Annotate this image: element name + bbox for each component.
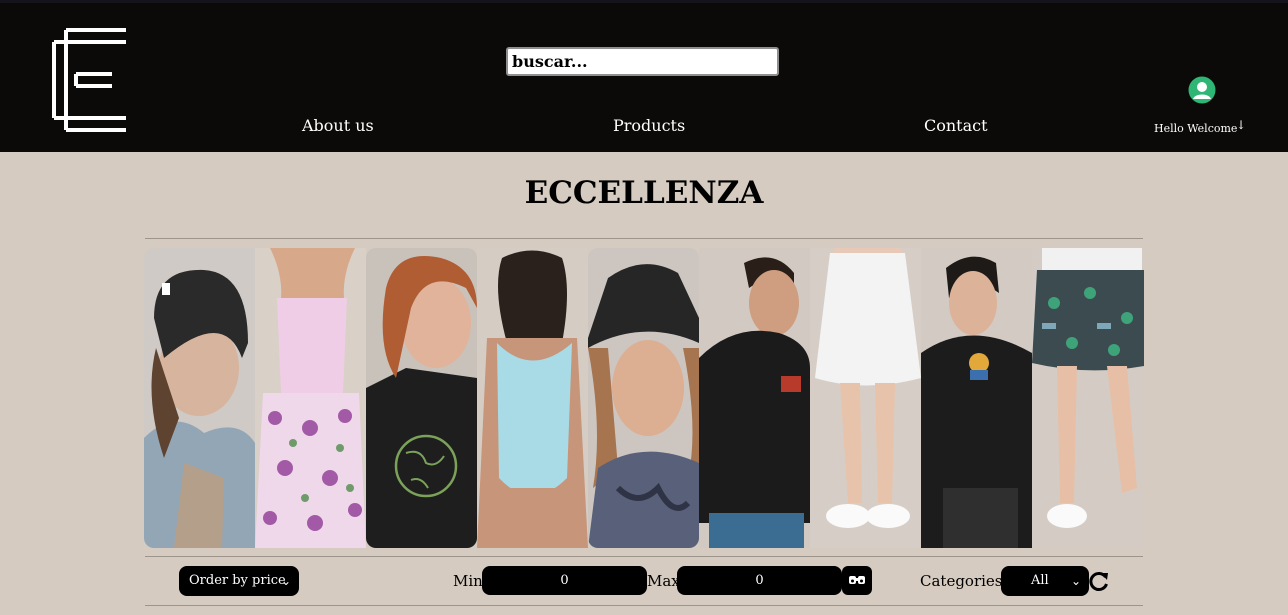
nav-products[interactable]: Products bbox=[613, 116, 685, 135]
apply-price-button[interactable] bbox=[842, 566, 872, 595]
logo[interactable] bbox=[52, 28, 128, 132]
order-select-label: Order by price bbox=[189, 573, 286, 588]
header-top-border bbox=[0, 0, 1288, 3]
search-input[interactable] bbox=[506, 47, 779, 76]
gallery-photo-paw-print-skirt[interactable] bbox=[1032, 248, 1144, 548]
min-price-input[interactable]: 0 bbox=[482, 566, 647, 595]
binoculars-icon bbox=[849, 576, 865, 584]
categories-label: Categories: bbox=[920, 572, 1008, 590]
refresh-icon[interactable] bbox=[1088, 570, 1110, 592]
divider-top bbox=[145, 238, 1143, 239]
filter-bar: Order by price ⌄ Min 0 Max 0 Categories:… bbox=[0, 562, 1288, 602]
gallery-photo-woman-bucket-hat[interactable] bbox=[588, 248, 699, 548]
categories-select[interactable]: All ⌄ bbox=[1001, 566, 1089, 596]
chevron-down-icon: ⌄ bbox=[1070, 574, 1081, 588]
nav-contact[interactable]: Contact bbox=[924, 116, 988, 135]
nav-about-us[interactable]: About us bbox=[302, 116, 374, 135]
site-header: About us Products Contact Hello Welcome … bbox=[0, 0, 1288, 152]
gallery-photo-woman-earth-tee[interactable] bbox=[366, 248, 477, 548]
chevron-down-icon: ⌄ bbox=[280, 574, 291, 588]
order-by-price-select[interactable]: Order by price ⌄ bbox=[179, 566, 299, 596]
min-label: Min bbox=[453, 572, 483, 590]
eccellenza-logo-icon bbox=[52, 28, 126, 132]
gallery-photo-pink-tank-floral-skirt[interactable] bbox=[255, 248, 366, 548]
gallery-photo-blue-swimsuit[interactable] bbox=[477, 248, 588, 548]
divider-mid bbox=[145, 556, 1143, 557]
user-menu[interactable]: Hello Welcome ↓ bbox=[1150, 76, 1254, 140]
user-avatar-icon[interactable] bbox=[1188, 76, 1216, 104]
max-label: Max bbox=[647, 572, 680, 590]
gallery-photo-white-skirt[interactable] bbox=[810, 248, 921, 548]
product-gallery bbox=[144, 248, 1144, 548]
categories-select-label: All bbox=[1031, 573, 1049, 588]
gallery-photo-woman-beanie[interactable] bbox=[144, 248, 255, 548]
max-price-input[interactable]: 0 bbox=[677, 566, 842, 595]
gallery-photo-man-longsleeve[interactable] bbox=[921, 248, 1032, 548]
user-greeting: Hello Welcome bbox=[1154, 122, 1238, 135]
page-title: ECCELLENZA bbox=[524, 175, 764, 211]
gallery-photo-man-polo[interactable] bbox=[699, 248, 810, 548]
arrow-down-icon[interactable]: ↓ bbox=[1236, 118, 1246, 132]
divider-bottom bbox=[145, 605, 1143, 606]
